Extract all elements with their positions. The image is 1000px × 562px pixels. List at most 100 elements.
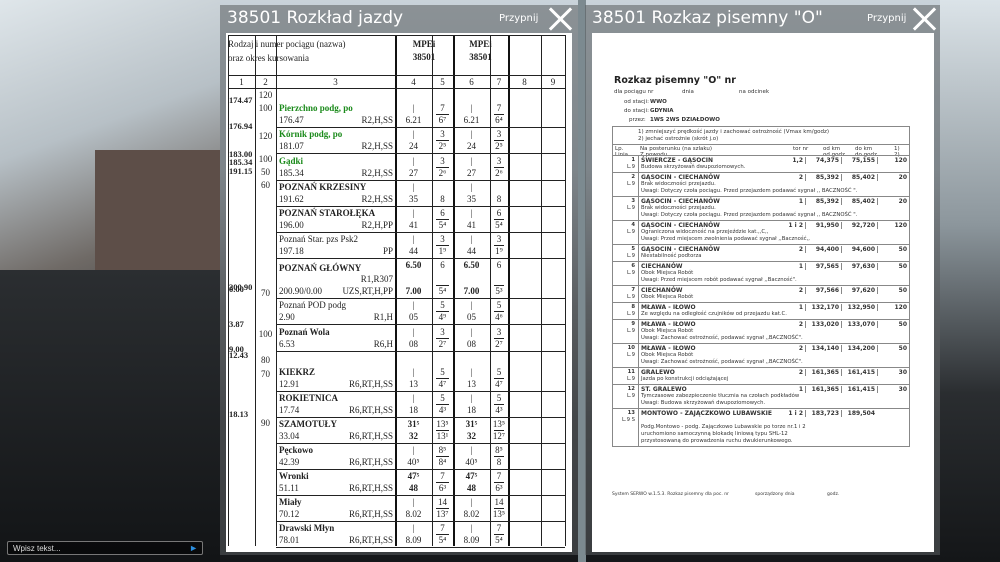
time-cell-bottom: 8 [440, 194, 445, 204]
track-number: 2 [798, 246, 803, 253]
chat-placeholder: Wpisz tekst... [13, 544, 61, 553]
line-number: L.9 [626, 229, 635, 235]
time-cell-bottom: 18 [409, 405, 418, 415]
row-note: Uwagi: Zachować ostrożność, podawać sygn… [641, 335, 803, 341]
header-desc: oraz okres kursowania [228, 53, 309, 63]
track-number: 2 [798, 174, 803, 181]
column-number: 8 [522, 77, 527, 87]
grid-line [494, 456, 504, 457]
to-km: 94,600 [841, 246, 875, 253]
station-name: POZNAŃ KRZESINY [279, 182, 367, 192]
time-cell-top: | [470, 393, 473, 403]
speed: 50 [877, 287, 907, 294]
time-cell-top: | [470, 156, 473, 166]
speed-limit: 70 [261, 288, 270, 298]
time-cell-bottom: 5⁴ [495, 220, 503, 230]
grid-line [276, 469, 565, 470]
time-cell-top: | [412, 393, 415, 403]
row-number: 13 [627, 410, 635, 416]
from-km: 85,392 [805, 198, 839, 205]
line-number: L.9 [626, 181, 635, 187]
row-note: Uwagi: Dotyczy czoła pociągu. Przed prze… [641, 188, 858, 194]
time-cell-top: 13⁵ [436, 419, 449, 429]
order-row: 1 L.9 ŚWIERCZE - GĄSOCIN Budowa skrzyżowań … [613, 156, 909, 172]
time-cell-top: | [470, 300, 473, 310]
station-km: 191.62 [279, 194, 304, 204]
to-km: 97,620 [841, 287, 875, 294]
row-number: 1 [631, 157, 635, 163]
time-cell-top: 6.50 [405, 260, 422, 270]
grid-line [436, 378, 449, 379]
pin-button[interactable]: Przypnij [867, 13, 906, 24]
grid-line [436, 456, 449, 457]
grid-line [494, 219, 504, 220]
station-name: SZAMOTUŁY [279, 419, 338, 429]
to-km: 85,402 [841, 198, 875, 205]
speed: 50 [877, 321, 907, 328]
time-cell-top: | [412, 156, 415, 166]
chat-input[interactable]: Wpisz tekst... ► [7, 541, 203, 555]
row-number: 6 [631, 263, 635, 269]
row-note: Tymczasowe zabezpieczenie tłucznia na cz… [641, 393, 800, 399]
order-field-label: dla pociągu nr [614, 89, 654, 95]
grid-line [276, 180, 565, 181]
speed: 120 [877, 157, 907, 164]
station-name: POZNAŃ GŁÓWNY [279, 263, 362, 273]
time-cell-bottom: 5⁴ [438, 286, 447, 296]
grid-line [436, 338, 449, 339]
time-cell-bottom: 5³ [495, 286, 503, 296]
track-number: 1 i 2 [788, 222, 803, 229]
speed: 20 [877, 198, 907, 205]
row-number: 7 [631, 287, 635, 293]
grid-line [436, 140, 449, 141]
row-note: przystosowaną do prowadzenia ruchu dwuki… [641, 438, 793, 444]
time-cell-bottom: 1⁹ [495, 246, 503, 256]
time-cell-bottom: 08 [409, 339, 418, 349]
column-number: 5 [440, 77, 445, 87]
grid-line [494, 404, 504, 405]
time-cell-top: 5 [440, 367, 445, 377]
from-km: 94,400 [805, 246, 839, 253]
station-codes: R6,RT,H,SS [348, 457, 393, 467]
close-icon[interactable] [911, 6, 937, 32]
time-cell-top: | [412, 445, 415, 455]
grid-line [276, 324, 565, 325]
row-number: 5 [631, 246, 635, 252]
speed-limit: 100 [258, 103, 273, 113]
time-cell-bottom: 44 [467, 246, 476, 256]
line-number: L.9 [626, 205, 635, 211]
row-note: Uwagi: Budowa skrzyżowań dwupoziomowych. [641, 400, 766, 406]
column-number: 9 [550, 77, 556, 87]
grid-line [494, 311, 504, 312]
time-cell-top: | [412, 327, 415, 337]
order-titlebar[interactable]: 38501 Rozkaz pisemny "O" Przypnij [585, 5, 940, 33]
time-cell-top: 14 [438, 497, 447, 507]
speed: 120 [877, 304, 907, 311]
time-cell-bottom: 40⁵ [465, 457, 478, 467]
column-number: 7 [496, 77, 502, 87]
send-icon[interactable]: ► [189, 543, 198, 553]
row-note: Obok Miejsca Robót [641, 328, 694, 334]
grid-line [436, 114, 449, 115]
grid-line [494, 245, 504, 246]
time-cell-top: 5 [440, 393, 445, 403]
station-codes: R2,H,SS [361, 115, 393, 125]
station-name: Kórnik podg, po [279, 129, 343, 139]
column-number: 3 [333, 77, 338, 87]
grid-line [276, 258, 565, 259]
station-codes: R1,R307 [360, 274, 393, 284]
time-cell-bottom: 35 [467, 194, 476, 204]
line-number: L.9 [626, 253, 635, 259]
order-row: 3 L.9 GĄSOCIN - CIECHANÓW Brak widoczności … [613, 196, 909, 220]
time-cell-top: | [470, 327, 473, 337]
pin-button[interactable]: Przypnij [499, 13, 538, 24]
th-track: tor nr [793, 146, 809, 152]
timetable-titlebar[interactable]: 38501 Rozkład jazdy Przypnij [220, 5, 578, 33]
row-note: Brak widoczności przejazdu. [641, 205, 716, 211]
window-title: 38501 Rozkład jazdy [227, 8, 404, 28]
km-marker: 3.87 [229, 319, 244, 329]
close-icon[interactable] [547, 6, 573, 32]
time-cell-bottom: 4³ [495, 405, 503, 415]
from-km: 161,365 [805, 369, 839, 376]
station-km: 70.12 [279, 509, 300, 519]
